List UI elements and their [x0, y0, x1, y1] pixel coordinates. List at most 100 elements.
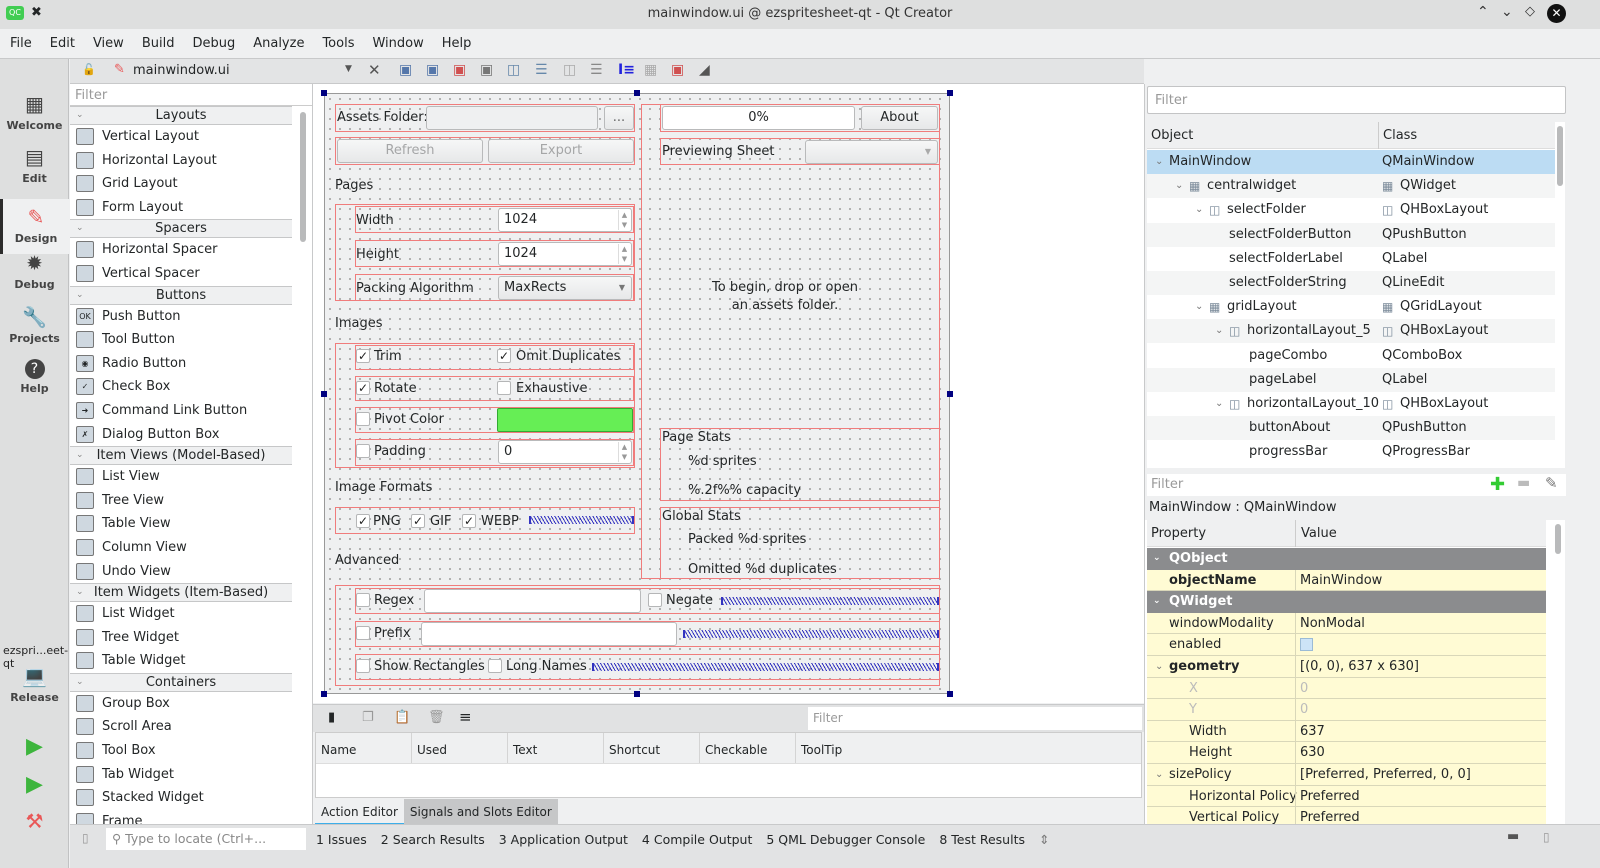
property-row[interactable]: ⌄ geometry [(0, 0), 637 x 630]: [1147, 656, 1546, 678]
mode-debug[interactable]: ✹ Debug: [0, 251, 69, 301]
menu-tools[interactable]: Tools: [313, 29, 363, 59]
object-tree-row[interactable]: ⌄ ◫ horizontalLayout_10 ◫ QHBoxLayout: [1147, 392, 1555, 416]
object-tree-row[interactable]: ⌄ ◫ horizontalLayout_5 ◫ QHBoxLayout: [1147, 319, 1555, 344]
chevron-down-icon[interactable]: ⌄: [1215, 392, 1223, 416]
adjust-size-icon[interactable]: ◢: [699, 62, 710, 78]
mode-edit[interactable]: ▤ Edit: [0, 145, 69, 195]
pane-search-results[interactable]: 2 Search Results: [381, 832, 485, 847]
property-value[interactable]: NonModal: [1295, 612, 1546, 634]
chevron-down-icon[interactable]: ⌄: [1195, 295, 1203, 319]
widget-item[interactable]: Horizontal Spacer: [70, 238, 292, 262]
object-tree-row[interactable]: ⌄ MainWindow QMainWindow: [1147, 150, 1555, 174]
object-tree-row[interactable]: selectFolderLabel QLabel: [1147, 247, 1555, 271]
object-tree-row[interactable]: ⌄ ◫ selectFolder ◫ QHBoxLayout: [1147, 198, 1555, 222]
horizontal-spacer[interactable]: [721, 597, 939, 605]
widget-item[interactable]: Stacked Widget: [70, 786, 292, 810]
property-row[interactable]: Vertical Policy Preferred: [1147, 807, 1546, 824]
menu-build[interactable]: Build: [133, 29, 184, 59]
column-header-name[interactable]: Name: [316, 733, 412, 763]
column-header-used[interactable]: Used: [412, 733, 508, 763]
assets-folder-input[interactable]: [426, 106, 598, 130]
tab-signals-slots-editor[interactable]: Signals and Slots Editor: [403, 799, 558, 825]
edit-tab-order-icon[interactable]: ▣: [480, 62, 493, 78]
menu-view[interactable]: View: [84, 29, 133, 59]
pane-test-results[interactable]: 8 Test Results: [939, 832, 1025, 847]
widget-category-containers[interactable]: ⌄ Containers: [70, 672, 292, 692]
horizontal-spacer[interactable]: [683, 630, 939, 638]
chevron-down-icon[interactable]: ⌄: [1155, 656, 1163, 677]
menu-help[interactable]: Help: [433, 29, 481, 59]
document-dropdown-icon[interactable]: ▼: [345, 64, 352, 74]
omit-duplicates-checkbox[interactable]: ✓: [497, 349, 511, 363]
exhaustive-checkbox[interactable]: [497, 381, 511, 395]
padding-checkbox[interactable]: [356, 444, 370, 458]
tab-action-editor[interactable]: Action Editor: [315, 799, 404, 825]
property-value[interactable]: Preferred: [1295, 807, 1546, 824]
widget-category-buttons[interactable]: ⌄ Buttons: [70, 285, 292, 305]
mode-welcome[interactable]: ▦ Welcome: [0, 92, 69, 142]
widget-item[interactable]: ✓ Check Box: [70, 375, 292, 399]
pivot-color-swatch[interactable]: [497, 408, 633, 432]
property-row[interactable]: Y0: [1147, 699, 1546, 721]
width-spinbox[interactable]: 1024 ▲ ▼: [498, 208, 632, 232]
resize-handle[interactable]: [947, 691, 953, 697]
copy-action-icon[interactable]: ❐: [362, 710, 374, 725]
widget-category-layouts[interactable]: ⌄ Layouts: [70, 106, 292, 125]
layout-horizontal-icon[interactable]: ◫: [507, 62, 520, 78]
object-tree-scrollbar[interactable]: [1555, 122, 1565, 468]
object-tree-row[interactable]: ⌄ ▦ gridLayout ▦ QGridLayout: [1147, 295, 1555, 319]
column-header-text[interactable]: Text: [508, 733, 604, 763]
pane-issues[interactable]: 1 Issues: [316, 832, 367, 847]
object-tree-row[interactable]: buttonAbout QPushButton: [1147, 416, 1555, 441]
property-row[interactable]: objectName MainWindow: [1147, 569, 1546, 592]
widget-item[interactable]: Undo View: [70, 560, 292, 584]
menu-edit[interactable]: Edit: [41, 29, 84, 59]
layout-grid-icon[interactable]: ▦: [644, 62, 657, 78]
widget-item[interactable]: Group Box: [70, 692, 292, 716]
property-category[interactable]: ⌄ QObject: [1147, 548, 1546, 570]
resize-handle[interactable]: [634, 90, 640, 96]
resize-handle[interactable]: [634, 691, 640, 697]
column-header-class[interactable]: Class: [1378, 122, 1417, 149]
property-editor-scrollbar[interactable]: [1553, 520, 1563, 824]
property-row[interactable]: Horizontal Policy Preferred: [1147, 785, 1546, 808]
widget-filter-input[interactable]: Filter: [70, 84, 312, 106]
regex-input[interactable]: [424, 589, 641, 613]
resize-handle[interactable]: [947, 90, 953, 96]
resize-handle[interactable]: [321, 391, 327, 397]
widget-item[interactable]: Form Layout: [70, 196, 292, 220]
pane-application-output[interactable]: 3 Application Output: [499, 832, 628, 847]
trim-checkbox[interactable]: ✓: [356, 349, 370, 363]
property-value[interactable]: [1295, 634, 1546, 656]
widget-item[interactable]: Table Widget: [70, 649, 292, 673]
edit-widgets-icon[interactable]: ▣: [399, 62, 412, 78]
png-checkbox[interactable]: ✓: [356, 514, 370, 528]
build-button[interactable]: ⚒: [0, 809, 69, 839]
widget-category-item-views-model-based[interactable]: ⌄ Item Views (Model-Based): [70, 446, 292, 466]
negate-checkbox[interactable]: [648, 593, 662, 607]
paste-action-icon[interactable]: 📋: [394, 710, 410, 725]
property-value[interactable]: 637: [1295, 720, 1546, 742]
widget-category-spacers[interactable]: ⌄ Spacers: [70, 219, 292, 239]
minimize-icon[interactable]: ⌄: [1501, 4, 1513, 20]
widget-box-scrollbar[interactable]: [300, 112, 306, 242]
edit-signals-icon[interactable]: ▣: [426, 62, 439, 78]
property-value[interactable]: [Preferred, Preferred, 0, 0]: [1295, 764, 1546, 785]
open-document-name[interactable]: mainwindow.ui: [133, 63, 230, 78]
maximize-icon[interactable]: ◇: [1525, 4, 1535, 19]
column-header-checkable[interactable]: Checkable: [700, 733, 796, 763]
main-window-form[interactable]: Assets Folder: ... Refresh Export Pages …: [321, 90, 953, 697]
property-row[interactable]: enabled: [1147, 634, 1546, 656]
horizontal-spacer[interactable]: [592, 663, 939, 671]
widget-item[interactable]: OK Push Button: [70, 305, 292, 329]
chevron-down-icon[interactable]: ⌄: [1155, 764, 1163, 785]
column-header-tooltip[interactable]: ToolTip: [796, 733, 1141, 763]
resize-handle[interactable]: [321, 90, 327, 96]
splitter-vertical-icon[interactable]: ☰: [590, 62, 603, 78]
delete-action-icon[interactable]: 🗑: [428, 710, 445, 725]
edit-buddies-icon[interactable]: ▣: [453, 62, 466, 78]
menu-analyze[interactable]: Analyze: [244, 29, 313, 59]
object-tree-row[interactable]: pageLabel QLabel: [1147, 367, 1555, 392]
property-row[interactable]: Height 630: [1147, 742, 1546, 764]
resize-handle[interactable]: [947, 391, 953, 397]
